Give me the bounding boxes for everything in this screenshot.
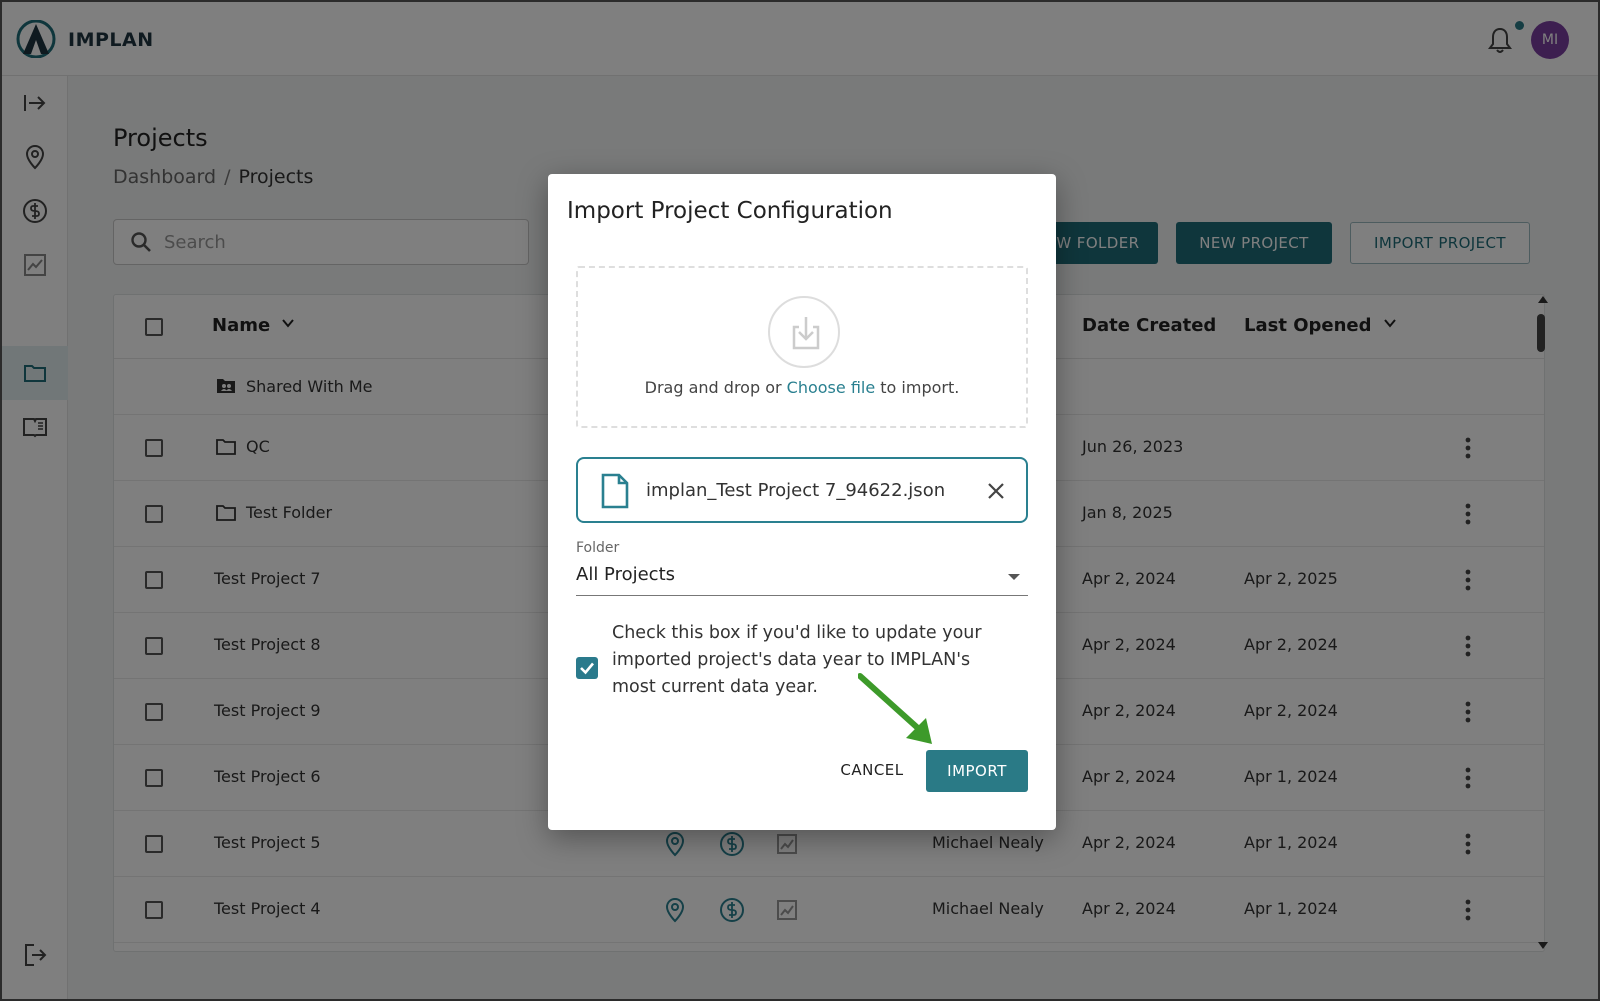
upload-circle — [768, 296, 840, 368]
selected-file: implan_Test Project 7_94622.json — [576, 457, 1028, 523]
app-window: IMPLAN MI Projects — [0, 0, 1600, 1001]
file-dropzone[interactable]: Drag and drop or Choose file to import. — [576, 266, 1028, 428]
annotation-arrow-icon — [858, 673, 932, 744]
update-data-year-checkbox[interactable] — [576, 657, 598, 679]
folder-select-value: All Projects — [576, 564, 675, 585]
dropzone-text: Drag and drop or Choose file to import. — [644, 378, 960, 397]
folder-label: Folder — [576, 540, 620, 556]
import-dialog: Import Project Configuration Drag and dr… — [548, 174, 1056, 830]
checkmark-icon — [580, 662, 594, 675]
dropdown-arrow-icon — [1008, 574, 1020, 580]
remove-file-close-icon[interactable] — [986, 481, 1006, 501]
download-tray-icon — [792, 317, 820, 350]
choose-file-link[interactable]: Choose file — [787, 378, 876, 397]
update-data-year-text: Check this box if you'd like to update y… — [612, 623, 982, 697]
dialog-title: Import Project Configuration — [567, 198, 893, 224]
file-icon — [601, 473, 629, 509]
folder-select[interactable]: All Projects — [576, 560, 1028, 596]
file-name: implan_Test Project 7_94622.json — [646, 480, 946, 501]
import-button[interactable]: IMPORT — [926, 750, 1028, 792]
cancel-button[interactable]: CANCEL — [830, 750, 914, 790]
